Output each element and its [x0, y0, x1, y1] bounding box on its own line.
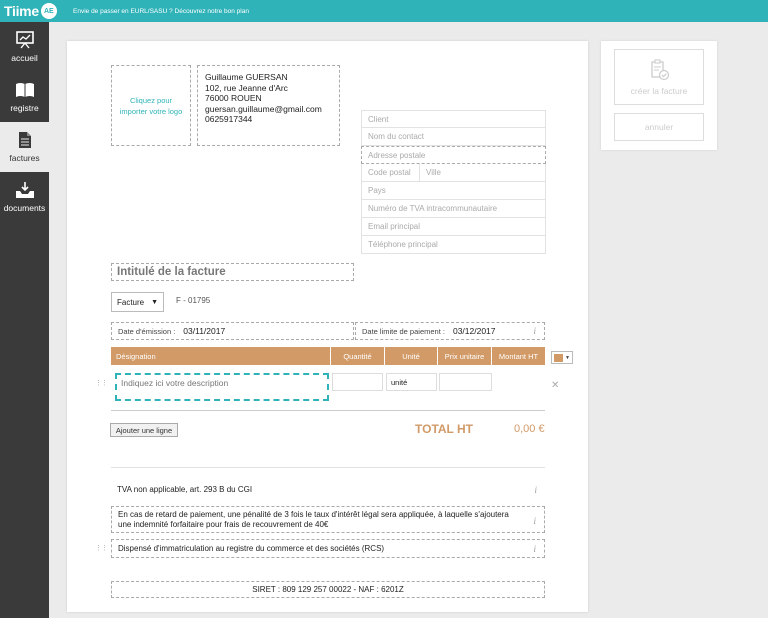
section-divider: [111, 467, 545, 468]
invoice-check-icon: [651, 58, 670, 80]
logo-text: Tiime: [4, 3, 39, 19]
emission-date-field[interactable]: Date d'émission : 03/11/2017: [111, 322, 354, 340]
invoice-type-value: Facture: [117, 297, 145, 307]
top-bar: Tiime AE Envie de passer en EURL/SASU ? …: [0, 0, 768, 22]
vat-number-field[interactable]: Numéro de TVA intracommunautaire: [361, 200, 546, 218]
mention-text: Dispensé d'immatriculation au registre d…: [118, 543, 385, 553]
logo-badge: AE: [40, 3, 57, 19]
mention-vat[interactable]: TVA non applicable, art. 293 B du CGI i: [111, 481, 545, 499]
city-field[interactable]: Ville: [420, 168, 441, 177]
items-table-header: Désignation Quantité Unité Prix unitaire…: [111, 347, 545, 365]
sidebar-item-documents[interactable]: documents: [0, 172, 49, 222]
invoice-page: Cliquez pour importer votre logo Guillau…: [67, 41, 588, 612]
app-logo[interactable]: Tiime AE: [0, 3, 70, 19]
add-line-button[interactable]: Ajouter une ligne: [110, 423, 178, 437]
drag-handle-icon[interactable]: ⋮⋮: [95, 379, 108, 387]
header-unit-price: Prix unitaire: [438, 347, 492, 365]
contact-name-field[interactable]: Nom du contact: [361, 128, 546, 146]
sender-city: 76000 ROUEN: [205, 93, 262, 103]
inbox-tray-icon: [15, 181, 35, 199]
sender-name: Guillaume GUERSAN: [205, 72, 288, 82]
due-date-value: 03/12/2017: [452, 326, 496, 336]
color-swatch: [554, 353, 563, 362]
invoice-number: F - 01795: [176, 296, 211, 305]
logo-upload-label: Cliquez pour importer votre logo: [119, 95, 183, 116]
postal-address-field[interactable]: Adresse postale: [361, 146, 546, 164]
emission-date-value: 03/11/2017: [183, 326, 226, 336]
info-icon[interactable]: i: [533, 326, 536, 336]
info-icon[interactable]: i: [533, 516, 536, 526]
client-field[interactable]: Client: [361, 110, 546, 128]
document-icon: [15, 131, 35, 149]
due-date-label: Date limite de paiement :: [362, 326, 445, 336]
invoice-title-input[interactable]: Intitulé de la facture: [111, 263, 354, 281]
color-picker[interactable]: ▼: [551, 351, 573, 364]
drag-handle-icon[interactable]: ⋮⋮: [95, 544, 108, 552]
total-ht-value: 0,00 €: [514, 423, 545, 435]
mention-rcs[interactable]: Dispensé d'immatriculation au registre d…: [111, 539, 545, 558]
due-date-field[interactable]: Date limite de paiement : 03/12/2017 i: [355, 322, 545, 340]
sidebar-item-accueil[interactable]: accueil: [0, 22, 49, 72]
sender-phone: 0625917344: [205, 114, 253, 124]
info-icon[interactable]: i: [534, 485, 537, 495]
logo-upload[interactable]: Cliquez pour importer votre logo: [111, 65, 191, 146]
total-ht-label: TOTAL HT: [415, 422, 473, 436]
action-panel: créer la facture annuler: [601, 41, 717, 150]
sidebar-item-label: registre: [10, 103, 39, 113]
client-info: Client Nom du contact Adresse postale Co…: [361, 110, 546, 254]
sidebar: accueil registre factures documents: [0, 22, 49, 618]
description-input[interactable]: Indiquez ici votre description: [115, 373, 329, 401]
info-icon[interactable]: i: [533, 544, 536, 554]
header-unit: Unité: [385, 347, 438, 365]
phone-field[interactable]: Téléphone principal: [361, 236, 546, 254]
promo-link[interactable]: Envie de passer en EURL/SASU ? Découvrez…: [73, 8, 249, 15]
header-amount: Montant HT: [498, 351, 539, 361]
create-invoice-button[interactable]: créer la facture: [614, 49, 704, 105]
postal-code-field[interactable]: Code postal: [368, 164, 420, 181]
caret-down-icon: ▼: [565, 354, 570, 361]
sidebar-item-label: documents: [3, 203, 46, 213]
mention-late-payment[interactable]: En cas de retard de paiement, une pénali…: [111, 506, 545, 533]
unit-input[interactable]: unité: [386, 373, 437, 391]
quantity-input[interactable]: [332, 373, 383, 391]
sidebar-item-registre[interactable]: registre: [0, 72, 49, 122]
sender-email: guersan.guillaume@gmail.com: [205, 103, 322, 114]
close-icon[interactable]: ✕: [551, 380, 559, 391]
country-field[interactable]: Pays: [361, 182, 546, 200]
unit-price-input[interactable]: [439, 373, 492, 391]
sender-info[interactable]: Guillaume GUERSAN 102, rue Jeanne d'Arc …: [197, 65, 340, 146]
header-designation: Désignation: [111, 347, 331, 365]
caret-down-icon: ▼: [151, 298, 158, 306]
emission-date-label: Date d'émission :: [118, 326, 176, 336]
invoice-type-select[interactable]: Facture ▼: [111, 292, 164, 312]
open-book-icon: [15, 81, 35, 99]
cancel-button[interactable]: annuler: [614, 113, 704, 141]
header-quantity: Quantité: [331, 347, 385, 365]
mention-text: En cas de retard de paiement, une pénali…: [118, 509, 509, 529]
sidebar-item-label: accueil: [11, 53, 38, 63]
postal-city-row: Code postal Ville: [361, 164, 546, 182]
row-divider: [111, 410, 545, 411]
siret-footer[interactable]: SIRET : 809 129 257 00022 - NAF : 6201Z: [111, 581, 545, 598]
create-invoice-label: créer la facture: [630, 85, 688, 96]
sidebar-item-label: factures: [9, 153, 40, 163]
email-field[interactable]: Email principal: [361, 218, 546, 236]
sidebar-item-factures[interactable]: factures: [0, 122, 49, 172]
sender-address: 102, rue Jeanne d'Arc: [205, 82, 288, 93]
presentation-board-icon: [15, 31, 35, 49]
mention-text: TVA non applicable, art. 293 B du CGI: [117, 485, 253, 494]
